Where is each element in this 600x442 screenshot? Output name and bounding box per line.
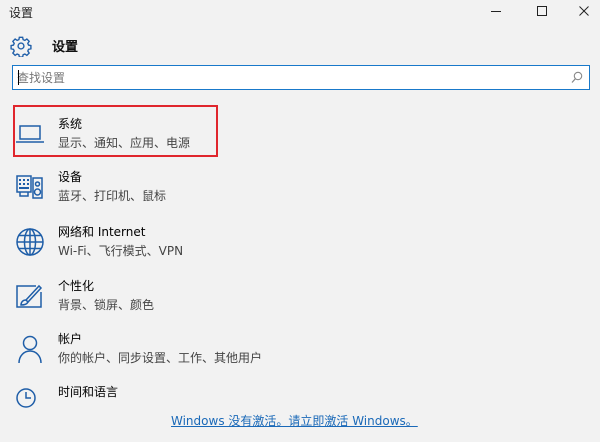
search-box[interactable]: [12, 65, 590, 90]
category-desc: 显示、通知、应用、电源: [58, 136, 191, 150]
activation-link[interactable]: Windows 没有激活。请立即激活 Windows。: [171, 412, 418, 429]
page-title: 设置: [52, 40, 79, 55]
category-accounts[interactable]: 帐户 你的帐户、同步设置、工作、其他用户: [0, 325, 600, 377]
window-title: 设置: [9, 6, 34, 20]
minimize-button[interactable]: [480, 0, 512, 22]
category-name: 个性化: [58, 279, 95, 293]
settings-header: 设置: [0, 30, 600, 60]
gear-icon: [10, 36, 32, 57]
category-desc: 背景、锁屏、颜色: [58, 298, 155, 312]
minimize-icon: [491, 11, 501, 12]
search-icon[interactable]: [571, 71, 583, 84]
maximize-button[interactable]: [526, 0, 558, 22]
category-desc: 蓝牙、打印机、鼠标: [58, 189, 167, 203]
clock-icon: [16, 388, 36, 408]
category-desc: Wi-Fi、飞行模式、VPN: [58, 244, 184, 258]
close-icon: [579, 6, 589, 16]
category-name: 时间和语言: [58, 385, 119, 399]
globe-icon: [16, 228, 44, 256]
person-icon: [18, 335, 42, 364]
category-name: 系统: [58, 117, 83, 131]
category-network[interactable]: 网络和 Internet Wi-Fi、飞行模式、VPN: [0, 218, 600, 270]
category-devices[interactable]: 设备 蓝牙、打印机、鼠标: [0, 163, 600, 215]
category-name: 网络和 Internet: [58, 225, 146, 239]
paintbrush-icon: [16, 284, 43, 308]
title-bar: 设置: [0, 0, 600, 22]
category-name: 设备: [58, 170, 83, 184]
text-caret: [18, 70, 19, 85]
laptop-icon: [16, 125, 44, 143]
category-system[interactable]: 系统 显示、通知、应用、电源: [0, 110, 600, 162]
category-personalization[interactable]: 个性化 背景、锁屏、颜色: [0, 272, 600, 324]
category-desc: 你的帐户、同步设置、工作、其他用户: [58, 351, 263, 365]
category-name: 帐户: [58, 332, 83, 346]
maximize-icon: [537, 6, 547, 16]
close-button[interactable]: [568, 0, 600, 22]
search-input[interactable]: [17, 67, 557, 88]
devices-icon: [16, 175, 43, 199]
